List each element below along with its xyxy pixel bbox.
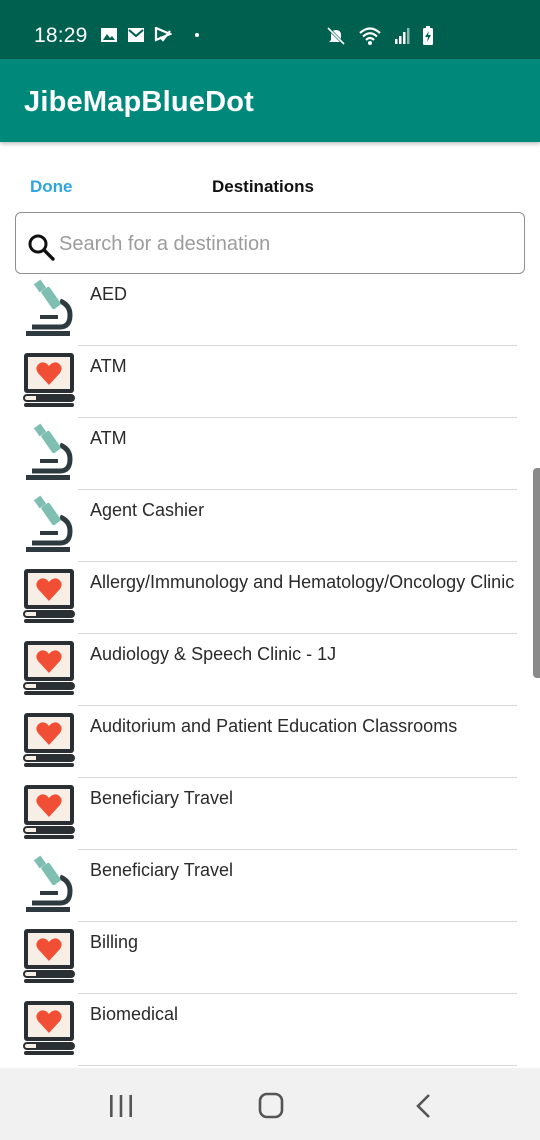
search-icon	[28, 234, 55, 261]
notification-dot-icon	[195, 33, 199, 37]
back-icon[interactable]	[403, 1092, 443, 1120]
status-time: 18:29	[34, 24, 88, 47]
wifi-icon	[359, 27, 381, 45]
home-icon[interactable]	[251, 1092, 291, 1120]
destination-label: AED	[90, 284, 128, 304]
heart-monitor-icon	[22, 927, 76, 985]
scrollbar[interactable]	[533, 468, 540, 678]
destination-row[interactable]: ATM	[0, 346, 540, 418]
status-right-icons	[326, 26, 434, 46]
destination-row[interactable]: Beneficiary Travel	[0, 778, 540, 850]
destination-label: ATM	[90, 356, 127, 376]
heart-monitor-icon	[22, 711, 76, 769]
status-left-icons	[100, 27, 199, 43]
search-box[interactable]	[15, 212, 525, 274]
status-bar: 18:29	[0, 0, 540, 59]
flag-icon	[154, 27, 172, 42]
destination-label: Allergy/Immunology and Hematology/Oncolo…	[90, 572, 515, 592]
heart-monitor-icon	[22, 567, 76, 625]
header-title: Destinations	[211, 177, 315, 196]
app-title: JibeMapBlueDot	[24, 86, 254, 118]
destination-row[interactable]: Billing	[0, 922, 540, 994]
app-bar: JibeMapBlueDot	[0, 59, 540, 142]
microscope-icon	[22, 855, 76, 913]
battery-charging-icon	[423, 26, 433, 45]
destination-label: Auditorium and Patient Education Classro…	[90, 716, 458, 736]
recent-apps-icon[interactable]	[101, 1092, 141, 1120]
destination-label: ATM	[90, 428, 127, 448]
image-icon	[101, 28, 117, 42]
navigation-bar	[0, 1068, 540, 1140]
destination-label: Agent Cashier	[90, 500, 205, 520]
destination-label: Beneficiary Travel	[90, 860, 234, 880]
destination-row[interactable]: Allergy/Immunology and Hematology/Oncolo…	[0, 562, 540, 634]
destination-row[interactable]: Agent Cashier	[0, 490, 540, 562]
destination-label: Audiology & Speech Clinic - 1J	[90, 644, 337, 664]
microscope-icon	[22, 495, 76, 553]
microscope-icon	[22, 279, 76, 337]
microscope-icon	[22, 423, 76, 481]
destination-row[interactable]: AED	[0, 274, 540, 346]
heart-monitor-icon	[22, 351, 76, 409]
mail-icon	[128, 28, 144, 42]
heart-monitor-icon	[22, 999, 76, 1057]
heart-monitor-icon	[22, 783, 76, 841]
destinations-header: Done Destinations	[0, 142, 540, 210]
search-input[interactable]	[59, 225, 509, 263]
signal-icon	[395, 28, 410, 44]
destination-label: Biomedical	[90, 1004, 179, 1024]
destination-label: Billing	[90, 932, 139, 952]
destination-label: Beneficiary Travel	[90, 788, 234, 808]
destination-row[interactable]: Beneficiary Travel	[0, 850, 540, 922]
row-divider	[78, 1065, 517, 1066]
destination-row[interactable]: ATM	[0, 418, 540, 490]
destination-row[interactable]: Auditorium and Patient Education Classro…	[0, 706, 540, 778]
mute-icon	[326, 26, 346, 46]
destination-row[interactable]: Audiology & Speech Clinic - 1J	[0, 634, 540, 706]
destination-row[interactable]: Biomedical	[0, 994, 540, 1066]
heart-monitor-icon	[22, 639, 76, 697]
destination-list[interactable]: AED ATM ATM Agent Cashier Allergy/Immunology…	[0, 274, 540, 1068]
